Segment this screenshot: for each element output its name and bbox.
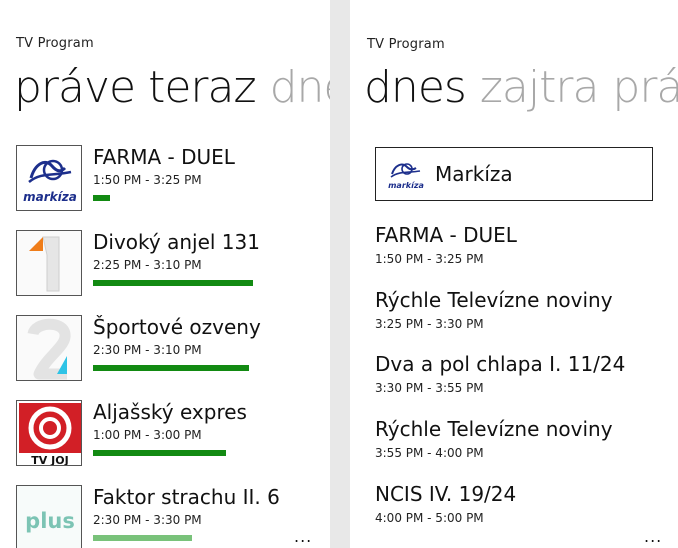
- progress-bar: [93, 280, 253, 286]
- channel-selector[interactable]: markíza Markíza: [375, 147, 653, 201]
- show-title: FARMA - DUEL: [375, 223, 517, 247]
- show-title: FARMA - DUEL: [93, 145, 235, 169]
- show-title: Aljašský expres: [93, 400, 247, 424]
- now-playing-item[interactable]: plus Faktor strachu II. 6 2:30 PM - 3:30…: [16, 485, 316, 548]
- show-time: 3:55 PM - 4:00 PM: [375, 446, 484, 460]
- progress-bar: [93, 535, 192, 541]
- dvojka-logo: [16, 315, 82, 381]
- show-time: 3:25 PM - 3:30 PM: [375, 317, 484, 331]
- now-playing-item[interactable]: TV JOJ Aljašský expres 1:00 PM - 3:00 PM: [16, 400, 316, 472]
- show-title: Dva a pol chlapa I. 11/24: [375, 352, 626, 376]
- show-time: 1:50 PM - 3:25 PM: [93, 173, 202, 187]
- show-time: 1:00 PM - 3:00 PM: [93, 428, 202, 442]
- progress-bar: [93, 195, 110, 201]
- pivot-item-now[interactable]: práve teraz: [14, 62, 257, 113]
- app-title: TV Program: [367, 37, 445, 52]
- show-title: Rýchle Televízne noviny: [375, 288, 613, 312]
- show-time: 3:30 PM - 3:55 PM: [375, 381, 484, 395]
- pivot-header: práve teraz dne: [14, 60, 330, 116]
- show-time: 2:25 PM - 3:10 PM: [93, 258, 202, 272]
- now-playing-screen: TV Program práve teraz dne markíza FARMA …: [0, 0, 330, 548]
- plus-logo: plus: [16, 485, 82, 548]
- show-time: 2:30 PM - 3:30 PM: [93, 513, 202, 527]
- app-title: TV Program: [16, 36, 94, 51]
- svg-text:markíza: markíza: [388, 181, 424, 190]
- app-bar-more-button[interactable]: ...: [644, 529, 662, 545]
- pivot-item-tomorrow[interactable]: zajtra: [480, 62, 600, 113]
- now-playing-item[interactable]: markíza FARMA - DUEL 1:50 PM - 3:25 PM: [16, 145, 316, 217]
- markiza-logo: markíza: [16, 145, 82, 211]
- show-title: Divoký anjel 131: [93, 230, 260, 254]
- schedule-item[interactable]: FARMA - DUEL 1:50 PM - 3:25 PM: [375, 223, 665, 266]
- tv-joj-logo: TV JOJ: [16, 400, 82, 466]
- show-title: Faktor strachu II. 6: [93, 485, 280, 509]
- show-time: 4:00 PM - 5:00 PM: [375, 511, 484, 525]
- show-title: NCIS IV. 19/24: [375, 482, 517, 506]
- progress-bar: [93, 365, 249, 371]
- schedule-item[interactable]: Rýchle Televízne noviny 3:55 PM - 4:00 P…: [375, 417, 665, 460]
- pivot-item-day-after[interactable]: prá: [612, 62, 678, 113]
- svg-text:TV JOJ: TV JOJ: [31, 454, 68, 466]
- channel-name: Markíza: [435, 162, 513, 186]
- jednotka-logo: [16, 230, 82, 296]
- show-title: Športové ozveny: [93, 315, 261, 339]
- show-time: 1:50 PM - 3:25 PM: [375, 252, 484, 266]
- show-title: Rýchle Televízne noviny: [375, 417, 613, 441]
- now-playing-item[interactable]: Divoký anjel 131 2:25 PM - 3:10 PM: [16, 230, 316, 302]
- pivot-item-today[interactable]: dnes: [364, 62, 467, 113]
- pivot-header: dnes zajtra prá: [364, 60, 678, 116]
- schedule-item[interactable]: Rýchle Televízne noviny 3:25 PM - 3:30 P…: [375, 288, 665, 331]
- pivot-item-today[interactable]: dne: [270, 62, 330, 113]
- svg-text:markíza: markíza: [23, 190, 77, 204]
- app-bar-more-button[interactable]: ...: [294, 529, 312, 545]
- markiza-logo: markíza: [386, 156, 426, 192]
- schedule-item[interactable]: Dva a pol chlapa I. 11/24 3:30 PM - 3:55…: [375, 352, 665, 395]
- schedule-item[interactable]: NCIS IV. 19/24 4:00 PM - 5:00 PM: [375, 482, 665, 525]
- progress-bar: [93, 450, 226, 456]
- now-playing-item[interactable]: Športové ozveny 2:30 PM - 3:10 PM: [16, 315, 316, 387]
- today-schedule-screen: TV Program dnes zajtra prá markíza Markíza…: [350, 0, 678, 548]
- show-time: 2:30 PM - 3:10 PM: [93, 343, 202, 357]
- svg-text:plus: plus: [25, 509, 75, 533]
